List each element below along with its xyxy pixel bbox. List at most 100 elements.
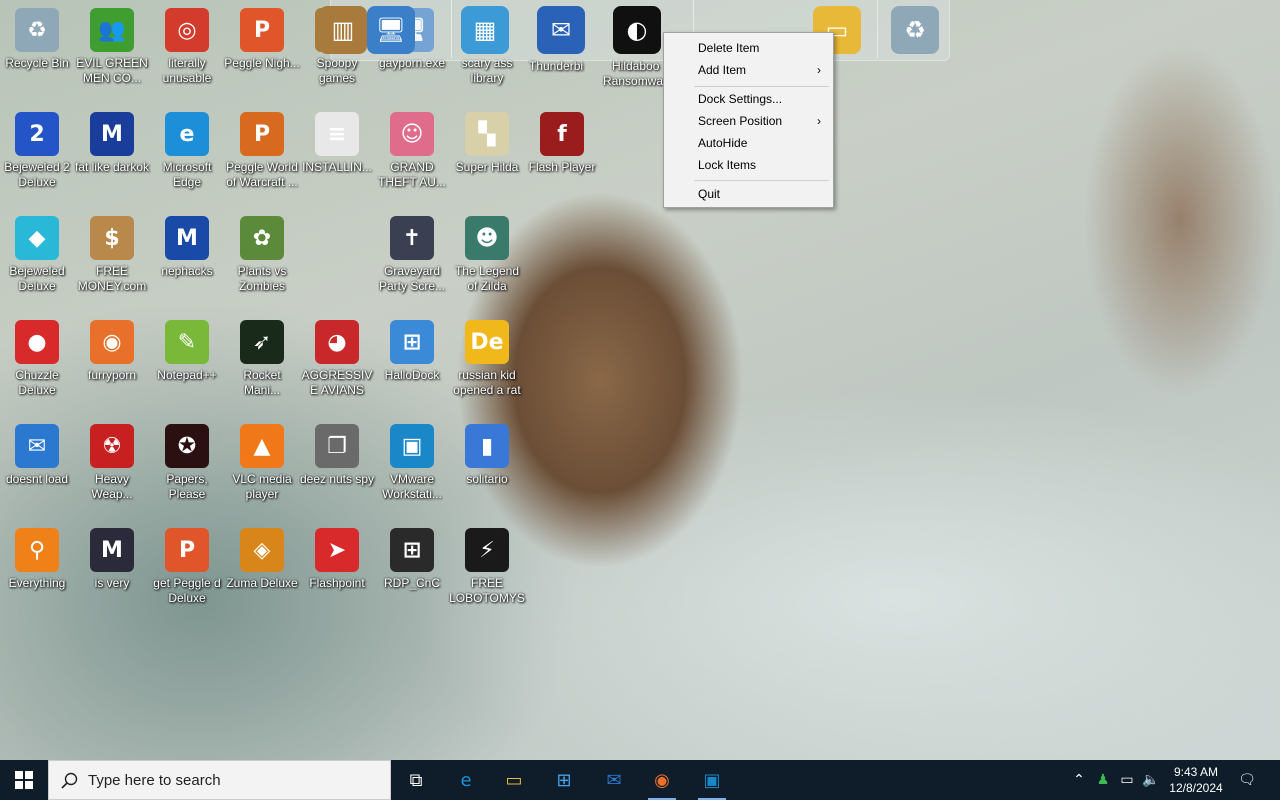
menu-item-label: Quit — [698, 187, 721, 201]
desktop-icon[interactable]: ⊞ HalloDock — [374, 314, 450, 418]
desktop-icon[interactable]: Mis very — [74, 522, 150, 626]
taskbar-app-hallodock[interactable]: ▣ — [692, 764, 732, 800]
taskbar-app-taskview[interactable]: ⧉ — [396, 764, 436, 796]
clock-time: 9:43 AM — [1173, 765, 1219, 779]
desktop-icon[interactable]: e Microsoft Edge — [149, 106, 225, 210]
money-bag-icon: $ — [90, 216, 134, 260]
desktop-icon[interactable]: ➶ Rocket Mani... — [224, 314, 300, 418]
dock-item-library[interactable]: ▦ — [461, 6, 509, 54]
dock-item-gayporn[interactable]: 🖥 — [367, 6, 415, 54]
shield-icon[interactable]: ♟ — [1092, 768, 1114, 792]
desktop-icon[interactable]: 2 Bejeweled 2 Deluxe — [0, 106, 75, 210]
firefox-icon: ◉ — [654, 769, 670, 791]
desktop-icon-label: HalloDock — [384, 368, 440, 382]
desktop-icon[interactable]: ✎ Notepad++ — [149, 314, 225, 418]
menu-item-add-item[interactable]: Add Item › — [664, 59, 833, 81]
menu-item-quit[interactable]: Quit — [664, 183, 833, 205]
firefox-icon: ◉ — [90, 320, 134, 364]
green-people-icon: 👥 — [90, 8, 134, 52]
menu-item-label: Dock Settings... — [698, 92, 783, 106]
mpi-icon: M — [90, 112, 134, 156]
taskbar-app-edge[interactable]: e — [446, 764, 486, 796]
desktop-icon[interactable]: ☢ Heavy Weap... — [74, 418, 150, 522]
desktop-icon[interactable]: ◎ literally unusable — [149, 2, 225, 106]
desktop-icon-label: EVIL GREEN MEN CO... — [76, 56, 148, 85]
desktop-icon[interactable]: f Flash Player — [524, 106, 600, 210]
taskbar-search-box[interactable]: Type here to search — [48, 760, 391, 800]
pixel-art-icon: ▚ — [465, 112, 509, 156]
desktop-icon[interactable]: De russian kid opened a rat — [449, 314, 525, 418]
desktop-icon-label: doesnt load — [5, 472, 69, 486]
menu-item-autohide[interactable]: AutoHide — [664, 132, 833, 154]
papers-please-icon: ✪ — [165, 424, 209, 468]
menu-item-delete-item[interactable]: Delete Item — [664, 37, 833, 59]
graveyard-icon: ✝ — [390, 216, 434, 260]
desktop-icon[interactable]: ≡ INSTALLIN... — [299, 106, 375, 210]
desktop-icon-label: RDP_CnC — [383, 576, 440, 590]
desktop-icon[interactable]: Mnephacks — [149, 210, 225, 314]
menu-item-lock-items[interactable]: Lock Items — [664, 154, 833, 176]
desktop-icon-label: AGGRESSIVE AVIANS — [301, 368, 373, 397]
desktop-icon[interactable]: ☻ The Legend of Zilda — [449, 210, 525, 314]
desktop-icon[interactable]: ✿ Plants vs Zombies — [224, 210, 300, 314]
desktop-icon[interactable]: ⚡ FREE LOBOTOMYS — [449, 522, 525, 626]
desktop-icon[interactable]: ◉ furryporn — [74, 314, 150, 418]
menu-item-label: AutoHide — [698, 136, 748, 150]
desktop-icon[interactable]: 👥 EVIL GREEN MEN CO... — [74, 2, 150, 106]
desktop-icon-label: FREE MONEY.com — [77, 264, 147, 293]
desktop-icon[interactable]: ♻ Recycle Bin — [0, 2, 75, 106]
dock-separator — [451, 0, 452, 58]
desktop-icon[interactable]: ☺ GRAND THEFT AU... — [374, 106, 450, 210]
taskbar-app-file-explorer[interactable]: ▭ — [494, 764, 534, 796]
desktop-icon[interactable]: ✉ doesnt load — [0, 418, 75, 522]
dock-item-spoopy[interactable]: ▥ — [319, 6, 367, 54]
network-computers-icon: 🖥 — [375, 16, 407, 44]
edge-icon: e — [165, 112, 209, 156]
desktop-icon[interactable]: ◈ Zuma Deluxe — [224, 522, 300, 626]
desktop-icon[interactable]: ▲ VLC media player — [224, 418, 300, 522]
dock-item-thunderbird[interactable]: ✉ — [537, 6, 585, 54]
desktop-icon[interactable]: ◕ AGGRESSIVE AVIANS — [299, 314, 375, 418]
menu-item-screen-position[interactable]: Screen Position › — [664, 110, 833, 132]
desktop-icon[interactable]: ⚲ Everything — [0, 522, 75, 626]
taskbar-app-mail[interactable]: ✉ — [594, 764, 634, 796]
thunderbird-icon: ✉ — [550, 16, 572, 44]
peggle-icon: P — [240, 8, 284, 52]
search-icon — [61, 772, 78, 789]
chevron-up-icon[interactable]: ⌃ — [1068, 768, 1090, 792]
network-icon[interactable]: ▭ — [1116, 768, 1138, 792]
desktop-icon-label: is very — [94, 576, 130, 590]
volume-icon[interactable]: 🔈 — [1140, 768, 1162, 792]
start-button[interactable] — [0, 760, 48, 800]
dock-item-label: Hildaboo — [612, 59, 660, 73]
notification-center-icon[interactable]: 🗨 — [1236, 768, 1258, 792]
flash-icon: f — [540, 112, 584, 156]
desktop-icon[interactable]: ⊞ RDP_CnC — [374, 522, 450, 626]
desktop-icon[interactable]: ✝ Graveyard Party Scre... — [374, 210, 450, 314]
desktop-icon[interactable]: P Peggle Nigh... — [224, 2, 300, 106]
desktop-icon[interactable]: Pget Peggle d Deluxe — [149, 522, 225, 626]
chrome-icon: ◎ — [165, 8, 209, 52]
clock[interactable]: 9:43 AM 12/8/2024 — [1163, 764, 1229, 796]
desktop-icon[interactable]: ● Chuzzle Deluxe — [0, 314, 75, 418]
desktop-icon[interactable]: ◆ Bejeweled Deluxe — [0, 210, 75, 314]
desktop-icon[interactable]: ✪ Papers, Please — [149, 418, 225, 522]
zuma-icon: ◈ — [240, 528, 284, 572]
dock: ▥ 🖥 ▦ ✉ ◐ ▭ ♻ Thunderbi Hildaboo Ransomwa — [319, 0, 950, 88]
dock-item-hildaboo[interactable]: ◐ — [613, 6, 661, 54]
mail-icon: ✉ — [606, 769, 622, 791]
desktop-icon[interactable]: $ FREE MONEY.com — [74, 210, 150, 314]
taskbar-app-store[interactable]: ⊞ — [544, 764, 584, 796]
desktop-icon[interactable]: Mfat like darkok — [74, 106, 150, 210]
desktop-icon[interactable]: ❐ deez nuts spy — [299, 418, 375, 522]
taskbar-app-firefox[interactable]: ◉ — [642, 764, 682, 800]
desktop-icon[interactable]: ▮ solitario — [449, 418, 525, 522]
menu-item-dock-settings[interactable]: Dock Settings... — [664, 88, 833, 110]
desktop-icon[interactable]: P Peggle World of Warcraft ... — [224, 106, 300, 210]
dock-item-recycle[interactable]: ♻ — [891, 6, 939, 54]
desktop-icon-label: nephacks — [161, 264, 213, 278]
desktop-icon[interactable]: ➤ Flashpoint — [299, 522, 375, 626]
desktop-icon[interactable]: ▚ Super Hilda — [449, 106, 525, 210]
desktop-icon[interactable]: ▣ VMware Workstati... — [374, 418, 450, 522]
edge-icon: e — [460, 769, 472, 791]
